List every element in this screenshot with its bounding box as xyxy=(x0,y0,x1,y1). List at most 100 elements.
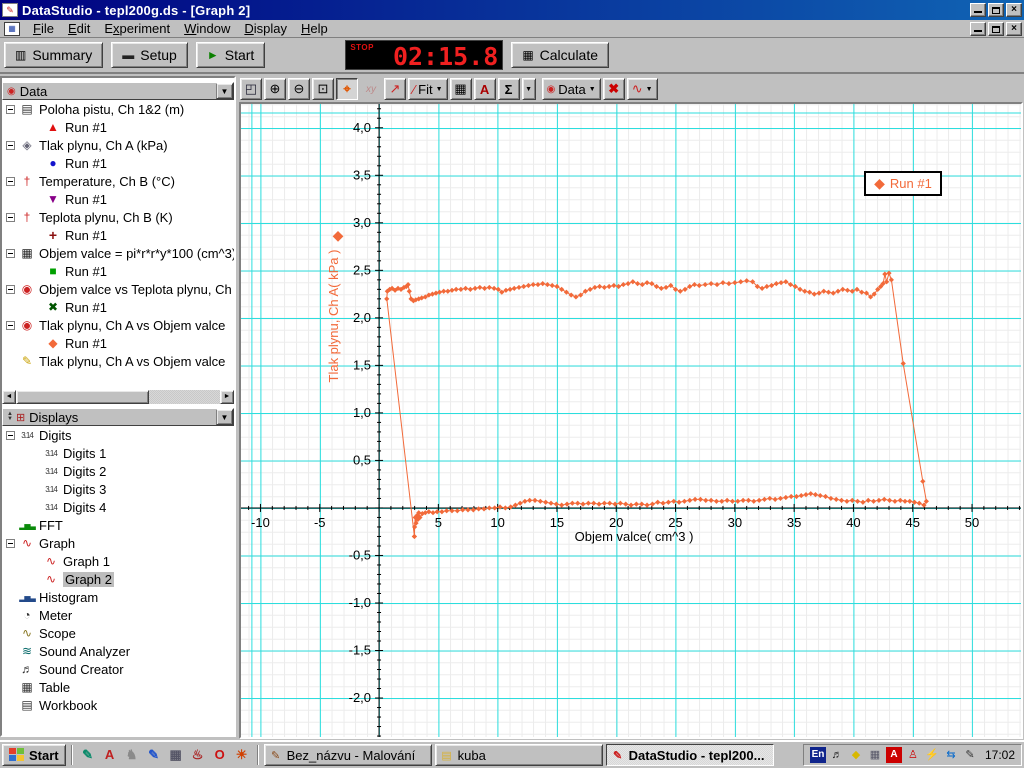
data-item[interactable]: † Teplota plynu, Ch B (K) xyxy=(2,208,234,226)
collapse-icon[interactable] xyxy=(6,176,15,186)
statistics-dropdown[interactable]: ▼ xyxy=(521,78,536,100)
display-item[interactable]: ▂▅▃ FFT xyxy=(2,516,234,534)
tray-utility-icon[interactable]: ◆ xyxy=(848,747,864,763)
collapse-icon[interactable] xyxy=(6,104,15,114)
run-item[interactable]: ▲ Run #1 xyxy=(2,118,234,136)
zoom-in-button[interactable]: ⊕ xyxy=(264,78,286,100)
delete-button[interactable]: ✖ xyxy=(602,78,625,100)
scroll-right-icon[interactable]: ► xyxy=(220,390,234,404)
display-item[interactable]: 3.14 Digits 1 xyxy=(2,444,234,462)
collapse-icon[interactable] xyxy=(6,284,15,294)
fit-dropdown[interactable]: ∕ Fit ▼ xyxy=(408,78,448,100)
data-item[interactable]: ◉ Tlak plynu, Ch A vs Objem valce xyxy=(2,316,234,334)
data-dropdown[interactable]: ◉ Data ▼ xyxy=(541,78,601,100)
displays-panel-header[interactable]: ▲ ▼ ⊞ Displays ▼ xyxy=(2,408,234,426)
network-icon[interactable]: ⇆ xyxy=(943,747,959,763)
quick-launch-icon-4[interactable]: ✎ xyxy=(144,745,164,765)
task-button[interactable]: ✎ DataStudio - tepl200... xyxy=(605,744,774,766)
child-close-button[interactable]: × xyxy=(1006,21,1022,36)
quick-launch-icon-7[interactable]: O xyxy=(210,745,230,765)
setup-button[interactable]: ▬ Setup xyxy=(111,42,188,68)
calculate-button[interactable]: ▦ Calculate xyxy=(511,42,610,68)
run-item[interactable]: ✖ Run #1 xyxy=(2,298,234,316)
run-item[interactable]: ◆ Run #1 xyxy=(2,334,234,352)
menu-file[interactable]: File xyxy=(26,20,61,37)
run-item[interactable]: ▼ Run #1 xyxy=(2,190,234,208)
quick-launch-icon-5[interactable]: ▦ xyxy=(166,745,186,765)
displays-panel-dropdown[interactable]: ▼ xyxy=(216,409,233,425)
slope-tool-button[interactable]: ↗ xyxy=(384,78,406,100)
summary-button[interactable]: ▥ Summary xyxy=(4,42,104,68)
pen-tool-icon[interactable]: ✎ xyxy=(962,747,978,763)
display-item[interactable]: ∿ Graph 2 xyxy=(2,570,234,588)
display-item[interactable]: ∿ Scope xyxy=(2,624,234,642)
quick-launch-icon-2[interactable]: A xyxy=(100,745,120,765)
ati-icon[interactable]: A xyxy=(885,747,902,763)
display-item[interactable]: 3.14 Digits 4 xyxy=(2,498,234,516)
data-item[interactable]: ◉ Objem valce vs Teplota plynu, Ch B xyxy=(2,280,234,298)
scale-to-fit-button[interactable]: ◰ xyxy=(240,78,262,100)
menu-help[interactable]: Help xyxy=(294,20,335,37)
xy-tool-button[interactable]: xy xyxy=(360,78,382,100)
collapse-icon[interactable] xyxy=(6,248,15,258)
child-minimize-button[interactable] xyxy=(970,21,986,36)
data-item[interactable]: ▦ Objem valce = pi*r*r*y*100 (cm^3) xyxy=(2,244,234,262)
run-item[interactable]: ● Run #1 xyxy=(2,154,234,172)
display-item[interactable]: ▂▅▃ Histogram xyxy=(2,588,234,606)
restore-button[interactable] xyxy=(988,3,1004,17)
scheduler-icon[interactable]: ▦ xyxy=(867,747,883,763)
scroll-left-icon[interactable]: ◄ xyxy=(2,390,16,404)
quick-launch-icon-8[interactable]: ☀ xyxy=(232,745,252,765)
taskbar-start-button[interactable]: Start xyxy=(2,744,66,766)
display-item[interactable]: 3.14 Digits 3 xyxy=(2,480,234,498)
display-item[interactable]: ◔ Meter xyxy=(2,606,234,624)
task-button[interactable]: ✎ Bez_názvu - Malování xyxy=(263,744,432,766)
display-item[interactable]: ≋ Sound Analyzer xyxy=(2,642,234,660)
statistics-button[interactable]: Σ xyxy=(497,78,520,100)
display-item[interactable]: ▤ Workbook xyxy=(2,696,234,714)
quick-launch-icon-3[interactable]: ♞ xyxy=(122,745,142,765)
close-button[interactable]: × xyxy=(1006,3,1022,17)
tray-agent-icon[interactable]: ♙ xyxy=(905,747,921,763)
display-item[interactable]: ▦ Table xyxy=(2,678,234,696)
scrollbar-thumb[interactable] xyxy=(16,390,149,404)
quick-launch-icon-1[interactable]: ✎ xyxy=(78,745,98,765)
data-panel-hscrollbar[interactable]: ◄ ► xyxy=(2,390,234,404)
menu-window[interactable]: Window xyxy=(177,20,237,37)
menu-experiment[interactable]: Experiment xyxy=(97,20,177,37)
display-item[interactable]: ∿ Graph 1 xyxy=(2,552,234,570)
run-item[interactable]: + Run #1 xyxy=(2,226,234,244)
plot-area[interactable]: -10 -5 5 10 15 20 25 30 35 40 45 50 -2,0 -1,5 -1,0 -0,5… xyxy=(241,104,1021,737)
data-item[interactable]: ▤ Poloha pistu, Ch 1&2 (m) xyxy=(2,100,234,118)
data-item[interactable]: ◈ Tlak plynu, Ch A (kPa) xyxy=(2,136,234,154)
display-item[interactable]: ∿ Graph xyxy=(2,534,234,552)
collapse-icon[interactable] xyxy=(6,212,15,222)
text-annotation-button[interactable]: A xyxy=(473,78,496,100)
power-icon[interactable]: ⚡ xyxy=(924,747,940,763)
volume-icon[interactable]: ♬ xyxy=(829,747,845,763)
language-indicator[interactable]: En xyxy=(809,747,826,763)
start-button[interactable]: ► Start xyxy=(195,42,266,68)
data-item[interactable]: ✎ Tlak plynu, Ch A vs Objem valce xyxy=(2,352,234,370)
display-item[interactable]: 3.14 Digits 2 xyxy=(2,462,234,480)
child-restore-button[interactable] xyxy=(988,21,1004,36)
display-item[interactable]: ♬ Sound Creator xyxy=(2,660,234,678)
graph-settings-dropdown[interactable]: ∿ ▼ xyxy=(626,78,658,100)
task-button[interactable]: ▤ kuba xyxy=(434,744,603,766)
calculate-tool-button[interactable]: ▦ xyxy=(449,78,472,100)
collapse-icon[interactable] xyxy=(6,140,15,150)
collapse-icon[interactable] xyxy=(6,430,15,440)
zoom-select-button[interactable]: ⊡ xyxy=(312,78,334,100)
collapse-icon[interactable] xyxy=(6,538,15,548)
display-item[interactable]: 3.14 Digits xyxy=(2,426,234,444)
minimize-button[interactable] xyxy=(970,3,986,17)
smart-tool-button[interactable]: ⌖ xyxy=(336,78,358,100)
legend[interactable]: ◆ Run #1 xyxy=(864,171,942,196)
zoom-out-button[interactable]: ⊖ xyxy=(288,78,310,100)
menu-display[interactable]: Display xyxy=(237,20,294,37)
collapse-icon[interactable] xyxy=(6,320,15,330)
quick-launch-icon-6[interactable]: ♨ xyxy=(188,745,208,765)
run-item[interactable]: ■ Run #1 xyxy=(2,262,234,280)
menu-edit[interactable]: Edit xyxy=(61,20,97,37)
data-panel-dropdown[interactable]: ▼ xyxy=(216,83,233,99)
